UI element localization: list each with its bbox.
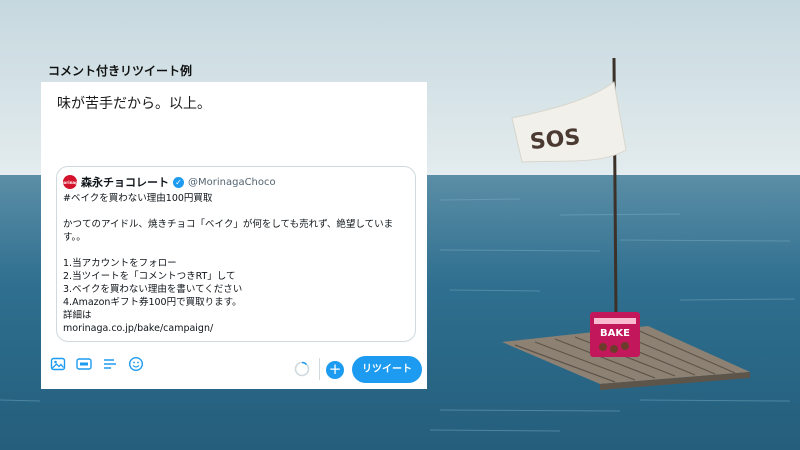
avatar[interactable]: morinaga	[59, 175, 81, 189]
quote-blank-line	[63, 244, 413, 257]
quoted-tweet-body: #ベイクを買わない理由100円買取 かつてのアイドル、焼きチョコ「ベイク」が何を…	[63, 192, 413, 335]
bake-package: BAKE	[590, 312, 640, 357]
svg-text:SOS: SOS	[529, 125, 582, 155]
quote-line: 詳細は	[63, 310, 92, 321]
caption-title: コメント付きリツイート例	[48, 64, 193, 78]
add-tweet-button[interactable]: +	[326, 361, 344, 379]
composer-toolbar: + リツイート	[41, 348, 427, 388]
character-count-ring-icon	[294, 361, 310, 377]
quote-line: 3.ベイクを買わない理由を書いてください	[63, 284, 243, 295]
poll-icon[interactable]	[102, 356, 118, 372]
quote-blank-line	[63, 205, 413, 218]
tweet-text-input[interactable]: 味が苦手だから。以上。	[57, 93, 211, 113]
quote-line: かつてのアイドル、焼きチョコ「ベイク」が何をしても売れず、絶望していま	[63, 219, 394, 230]
account-name[interactable]: 森永チョコレート	[81, 174, 169, 190]
retweet-button[interactable]: リツイート	[352, 356, 422, 383]
emoji-icon[interactable]	[128, 356, 144, 372]
quoted-tweet[interactable]: morinaga 森永チョコレート ✓ @MorinagaChoco #ベイクを…	[56, 166, 416, 342]
account-handle: @MorinagaChoco	[188, 176, 276, 188]
verified-badge-icon: ✓	[173, 176, 184, 188]
quote-line: 2.当ツイートを「コメントつきRT」して	[63, 271, 236, 282]
quote-line: す。。	[63, 232, 86, 243]
image-icon[interactable]	[50, 356, 66, 372]
toolbar-divider	[319, 358, 320, 380]
svg-text:BAKE: BAKE	[600, 328, 630, 339]
quote-line: 4.Amazonギフト券100円で買取ります。	[63, 297, 242, 308]
tweet-composer: 味が苦手だから。以上。 morinaga 森永チョコレート ✓ @Morinag…	[41, 82, 427, 389]
quote-link[interactable]: morinaga.co.jp/bake/campaign/	[63, 322, 413, 335]
quote-line: 1.当アカウントをフォロー	[63, 258, 177, 269]
quote-line[interactable]: #ベイクを買わない理由100円買取	[63, 192, 413, 205]
quoted-tweet-header: morinaga 森永チョコレート ✓ @MorinagaChoco	[59, 174, 276, 190]
gif-icon[interactable]	[76, 356, 92, 372]
